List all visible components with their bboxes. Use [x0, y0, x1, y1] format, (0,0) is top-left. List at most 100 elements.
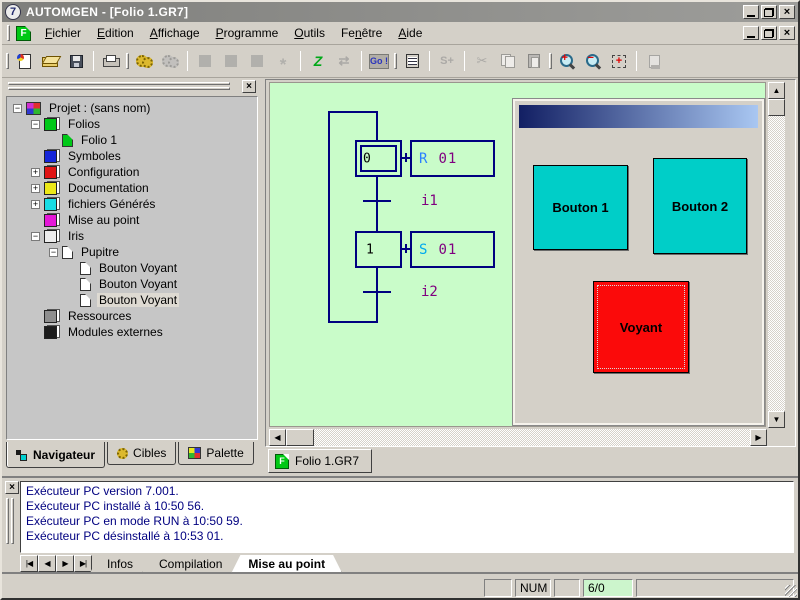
list-button[interactable] — [399, 49, 425, 74]
tree-item-fichiers-generes[interactable]: +fichiers Générés — [7, 196, 257, 212]
tab-mise-au-point[interactable]: Mise au point — [231, 555, 342, 573]
menu-affichage[interactable]: Affichage — [142, 23, 208, 43]
document-tab-folio[interactable]: F Folio 1.GR7 — [268, 449, 372, 473]
voyant-lamp[interactable]: Voyant — [593, 281, 689, 373]
collapse-icon[interactable]: − — [49, 248, 58, 257]
save-button[interactable] — [63, 49, 89, 74]
scroll-down-button[interactable]: ▼ — [768, 411, 785, 428]
first-tab-button[interactable]: |◀ — [20, 555, 38, 572]
resize-grip[interactable] — [785, 585, 797, 597]
zoom-region-button[interactable]: + — [606, 49, 632, 74]
tree-item-bouton-voyant-1[interactable]: Bouton Voyant — [7, 260, 257, 276]
tree-item-mise-au-point[interactable]: Mise au point — [7, 212, 257, 228]
log-output[interactable]: Exécuteur PC version 7.001. Exécuteur PC… — [20, 481, 794, 553]
collapse-icon[interactable]: − — [13, 104, 22, 113]
tree-item-folio-1[interactable]: Folio 1 — [7, 132, 257, 148]
tree-item-projet[interactable]: −Projet : (sans nom) — [7, 100, 257, 116]
folio-canvas[interactable]: 0 R 01 i1 1 S 01 — [269, 82, 766, 427]
menu-outils[interactable]: Outils — [286, 23, 333, 43]
menu-fenetre[interactable]: Fenêtre — [333, 23, 390, 43]
tree-item-pupitre[interactable]: −Pupitre — [7, 244, 257, 260]
transition-label-i1[interactable]: i1 — [421, 193, 438, 209]
mdi-restore-button[interactable] — [761, 26, 777, 40]
next-tab-button[interactable]: ▶ — [56, 555, 74, 572]
horizontal-scroll-thumb[interactable] — [286, 429, 314, 446]
navigator-header: × — [6, 80, 258, 94]
last-tab-button[interactable]: ▶| — [74, 555, 92, 572]
tree-item-symboles[interactable]: Symboles — [7, 148, 257, 164]
menu-programme[interactable]: Programme — [208, 23, 287, 43]
pupitre-panel: Bouton 1 Bouton 2 Voyant — [513, 99, 764, 425]
minimize-button[interactable] — [743, 5, 759, 19]
grafcet-action-r01[interactable]: R 01 — [410, 140, 495, 177]
grafcet-transition-1[interactable] — [363, 200, 391, 202]
transition-label-i2[interactable]: i2 — [421, 284, 438, 300]
tree-item-bouton-voyant-2[interactable]: Bouton Voyant — [7, 276, 257, 292]
prev-tab-button[interactable]: ◀ — [38, 555, 56, 572]
tree-item-folios[interactable]: −Folios — [7, 116, 257, 132]
toolbar-gripper[interactable] — [6, 53, 9, 69]
menu-edition[interactable]: Edition — [89, 23, 142, 43]
mdi-close-button[interactable]: × — [779, 26, 795, 40]
menu-aide[interactable]: Aide — [390, 23, 430, 43]
grafcet-action-s01[interactable]: S 01 — [410, 231, 495, 268]
toolbar-gripper[interactable] — [126, 53, 129, 69]
print-icon — [103, 55, 119, 68]
compile-button[interactable] — [131, 49, 157, 74]
horizontal-scrollbar[interactable]: ◀ ▶ — [269, 429, 767, 446]
grafcet-step-1[interactable]: 1 — [355, 231, 402, 268]
scroll-right-button[interactable]: ▶ — [750, 429, 767, 446]
documentation-stack-icon — [44, 181, 60, 195]
log-gripper[interactable] — [11, 498, 14, 544]
go-button[interactable]: Go ! — [366, 49, 392, 74]
print-button[interactable] — [98, 49, 124, 74]
copy-button — [495, 49, 521, 74]
bouton-2[interactable]: Bouton 2 — [653, 158, 747, 254]
tab-compilation[interactable]: Compilation — [142, 555, 239, 573]
tree-item-documentation[interactable]: +Documentation — [7, 180, 257, 196]
symbol-add-button: S+ — [434, 49, 460, 74]
scroll-up-button[interactable]: ▲ — [768, 82, 785, 99]
tab-navigateur[interactable]: Navigateur — [6, 442, 105, 468]
tree-item-bouton-voyant-3[interactable]: Bouton Voyant — [7, 292, 257, 308]
tab-cibles[interactable]: Cibles — [107, 442, 176, 465]
toolbar-gripper[interactable] — [549, 53, 552, 69]
tree-item-iris[interactable]: −Iris — [7, 228, 257, 244]
menu-fichier[interactable]: Fichier — [37, 23, 89, 43]
log-close-button[interactable]: × — [5, 481, 19, 494]
panel-gripper[interactable] — [8, 82, 230, 85]
collapse-icon[interactable]: − — [31, 120, 40, 129]
vertical-scrollbar[interactable]: ▲ ▼ — [768, 82, 785, 428]
vertical-scroll-thumb[interactable] — [768, 99, 785, 116]
menubar-gripper[interactable] — [7, 25, 10, 41]
tab-palette[interactable]: Palette — [178, 442, 253, 465]
panel-close-button[interactable]: × — [242, 80, 256, 93]
horizontal-scroll-track[interactable] — [314, 429, 750, 446]
close-button[interactable]: × — [779, 5, 795, 19]
grafcet-step-0[interactable]: 0 — [355, 140, 402, 177]
status-counter: 6/0 — [583, 579, 633, 597]
grafcet-transition-2[interactable] — [363, 291, 391, 293]
mdi-minimize-button[interactable] — [743, 26, 759, 40]
tree-item-modules-externes[interactable]: Modules externes — [7, 324, 257, 340]
restore-button[interactable] — [761, 5, 777, 19]
zoom-in-button[interactable]: + — [554, 49, 580, 74]
expand-icon[interactable]: + — [31, 168, 40, 177]
collapse-icon[interactable]: − — [31, 232, 40, 241]
run-button[interactable]: Z — [305, 49, 331, 74]
zoom-out-button[interactable]: − — [580, 49, 606, 74]
log-gripper[interactable] — [6, 498, 9, 544]
bouton-1[interactable]: Bouton 1 — [533, 165, 628, 250]
tree-item-configuration[interactable]: +Configuration — [7, 164, 257, 180]
open-button[interactable] — [37, 49, 63, 74]
toolbar-gripper[interactable] — [394, 53, 397, 69]
panel-gripper[interactable] — [8, 87, 230, 90]
vertical-scroll-track[interactable] — [768, 116, 785, 411]
expand-icon[interactable]: + — [31, 200, 40, 209]
new-file-button[interactable] — [11, 49, 37, 74]
tree-item-ressources[interactable]: Ressources — [7, 308, 257, 324]
scroll-left-button[interactable]: ◀ — [269, 429, 286, 446]
tab-infos[interactable]: Infos — [90, 555, 150, 573]
expand-icon[interactable]: + — [31, 184, 40, 193]
menubar: F Fichier Edition Affichage Programme Ou… — [2, 22, 798, 45]
